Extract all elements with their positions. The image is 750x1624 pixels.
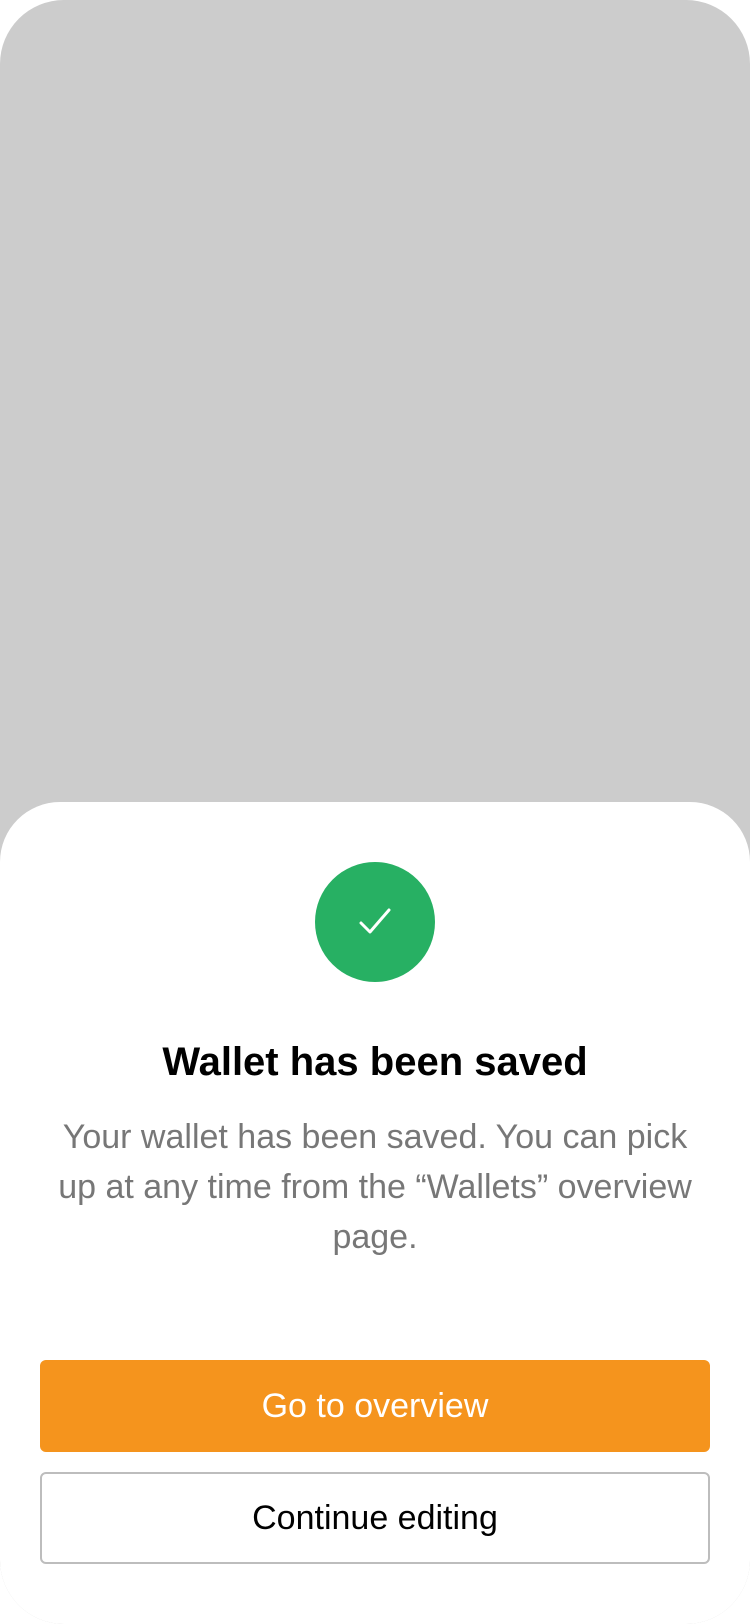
dialog-title: Wallet has been saved	[162, 1040, 588, 1084]
go-to-overview-button[interactable]: Go to overview	[40, 1360, 710, 1452]
continue-editing-button[interactable]: Continue editing	[40, 1472, 710, 1564]
screen: Wallet has been saved Your wallet has be…	[0, 0, 750, 1624]
dialog-message: Your wallet has been saved. You can pick…	[58, 1118, 692, 1256]
success-bottom-sheet: Wallet has been saved Your wallet has be…	[0, 802, 750, 1624]
checkmark-icon	[359, 908, 391, 934]
success-badge	[315, 862, 435, 982]
